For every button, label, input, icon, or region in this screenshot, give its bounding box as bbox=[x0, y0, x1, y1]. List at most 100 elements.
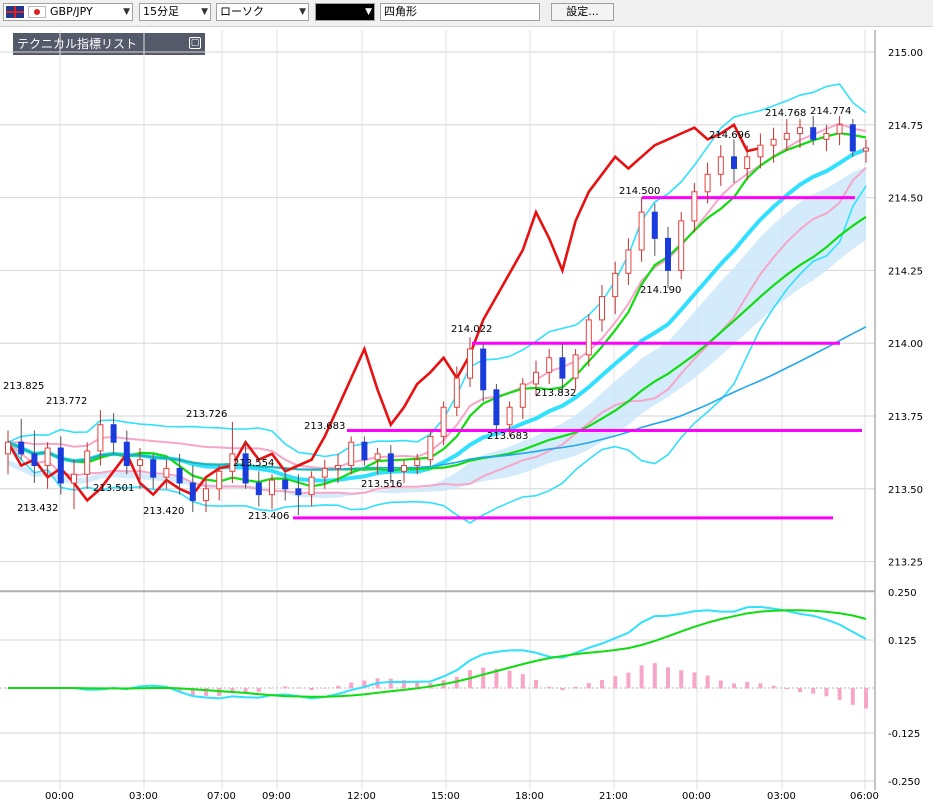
candle bbox=[163, 467, 170, 478]
candle bbox=[731, 156, 737, 169]
osc-histogram-bar bbox=[534, 679, 538, 689]
osc-histogram-bar bbox=[718, 680, 723, 689]
price-label: 213.516 bbox=[361, 479, 402, 490]
candle bbox=[467, 348, 473, 379]
price-label: 214.768 bbox=[765, 108, 806, 119]
osc-histogram-bar bbox=[679, 670, 684, 689]
candle bbox=[282, 479, 289, 490]
y-tick-label: 215.00 bbox=[888, 48, 923, 59]
x-tick-label: 06:00 bbox=[850, 791, 879, 802]
price-label: 213.825 bbox=[3, 381, 44, 392]
x-tick-label: 15:00 bbox=[431, 791, 460, 802]
y-tick-label: 214.25 bbox=[888, 266, 923, 277]
bollinger-lower bbox=[7, 185, 867, 524]
candle bbox=[387, 453, 394, 472]
x-tick-label: 18:00 bbox=[515, 791, 544, 802]
candle bbox=[295, 488, 302, 496]
candle bbox=[137, 459, 143, 467]
candle bbox=[783, 133, 790, 140]
osc-tick-label: -0.250 bbox=[888, 777, 920, 788]
lagging-span bbox=[6, 122, 761, 503]
osc-histogram-bar bbox=[309, 688, 314, 691]
candle bbox=[150, 459, 157, 478]
y-tick-label: 214.00 bbox=[888, 339, 923, 350]
osc-histogram-bar bbox=[626, 672, 631, 689]
osc-histogram-bar bbox=[613, 676, 618, 689]
timeframe-select[interactable]: 15分足 ▼ bbox=[139, 3, 211, 21]
y-tick-label: 213.25 bbox=[888, 558, 923, 569]
chart-style-select[interactable]: ローソク ▼ bbox=[216, 3, 309, 21]
chart-style-label: ローソク bbox=[220, 5, 264, 18]
osc-histogram-bar bbox=[560, 688, 565, 691]
osc-histogram-bar bbox=[652, 663, 657, 689]
drawing-tool-select[interactable]: ▼ bbox=[315, 3, 375, 21]
osc-histogram-bar bbox=[666, 667, 670, 689]
price-label: 213.683 bbox=[487, 431, 528, 442]
osc-histogram-bar bbox=[798, 688, 802, 693]
price-label: 214.190 bbox=[640, 285, 681, 296]
osc-histogram-bar bbox=[520, 674, 525, 689]
candle bbox=[836, 124, 843, 135]
price-chart[interactable]: 213.825213.772 213.726 213.554 213.501 213.4… bbox=[0, 26, 933, 805]
price-label: 213.683 bbox=[304, 421, 345, 432]
candle bbox=[704, 173, 711, 193]
osc-histogram-bar bbox=[388, 678, 393, 689]
osc-histogram-bar bbox=[600, 679, 604, 689]
candle bbox=[269, 479, 275, 496]
x-tick-label: 07:00 bbox=[207, 791, 236, 802]
candle bbox=[189, 482, 196, 501]
symbol-select[interactable]: GBP/JPY ▼ bbox=[3, 3, 133, 21]
ma-trend bbox=[7, 326, 867, 471]
chevron-down-icon: ▼ bbox=[299, 7, 306, 17]
osc-histogram-bar bbox=[270, 687, 274, 689]
y-tick-label: 213.75 bbox=[888, 412, 923, 423]
candle bbox=[493, 389, 500, 426]
jp-flag-icon bbox=[28, 6, 46, 18]
price-label: 213.406 bbox=[248, 511, 289, 522]
x-axis-labels: 00:00 03:00 07:00 09:00 12:00 15:00 18:00 21:00… bbox=[45, 791, 879, 802]
candle bbox=[216, 470, 223, 490]
price-label: 213.772 bbox=[46, 396, 87, 407]
settings-button[interactable]: 設定... bbox=[551, 3, 614, 21]
osc-histogram-bar bbox=[586, 683, 591, 689]
price-label: 213.726 bbox=[186, 409, 227, 420]
y-axis-labels: 215.00 214.75 214.50 214.25 214.00 213.75 213.… bbox=[888, 48, 923, 569]
osc-histogram-bar bbox=[481, 667, 486, 689]
candle bbox=[546, 357, 553, 373]
candle bbox=[651, 211, 658, 239]
toolbar: GBP/JPY ▼ 15分足 ▼ ローソク ▼ ▼ 四角形 設定... bbox=[0, 0, 933, 27]
x-tick-label: 03:00 bbox=[129, 791, 158, 802]
candle bbox=[335, 465, 341, 469]
candle bbox=[585, 319, 592, 356]
candle bbox=[757, 144, 764, 158]
x-tick-label: 00:00 bbox=[682, 791, 711, 802]
osc-histogram-bar bbox=[507, 670, 512, 689]
candle bbox=[691, 191, 698, 222]
candle bbox=[533, 371, 539, 385]
price-label: 213.832 bbox=[535, 388, 576, 399]
x-tick-label: 21:00 bbox=[599, 791, 628, 802]
price-label: 214.022 bbox=[451, 324, 492, 335]
chevron-down-icon: ▼ bbox=[365, 7, 372, 17]
candle bbox=[401, 465, 407, 472]
candle bbox=[744, 156, 751, 169]
candle bbox=[625, 249, 632, 274]
chevron-down-icon: ▼ bbox=[201, 7, 208, 17]
candle bbox=[374, 453, 381, 461]
candle bbox=[414, 459, 421, 467]
osc-histogram-bar bbox=[837, 688, 842, 700]
price-label: 213.554 bbox=[233, 458, 274, 469]
osc-histogram-bar bbox=[850, 688, 855, 705]
osc-tick-label: 0.250 bbox=[888, 588, 917, 599]
osc-histogram-bar bbox=[547, 686, 552, 689]
shape-select[interactable]: 四角形 bbox=[380, 3, 540, 21]
candle bbox=[810, 127, 817, 140]
y-tick-label: 214.50 bbox=[888, 194, 923, 205]
price-label: 213.432 bbox=[17, 503, 58, 514]
candle bbox=[84, 450, 91, 475]
price-label: 214.696 bbox=[709, 130, 750, 141]
osc-histogram-bar bbox=[573, 686, 578, 689]
price-label: 214.774 bbox=[810, 106, 851, 117]
uk-flag-icon bbox=[6, 6, 24, 18]
candle bbox=[506, 406, 513, 426]
